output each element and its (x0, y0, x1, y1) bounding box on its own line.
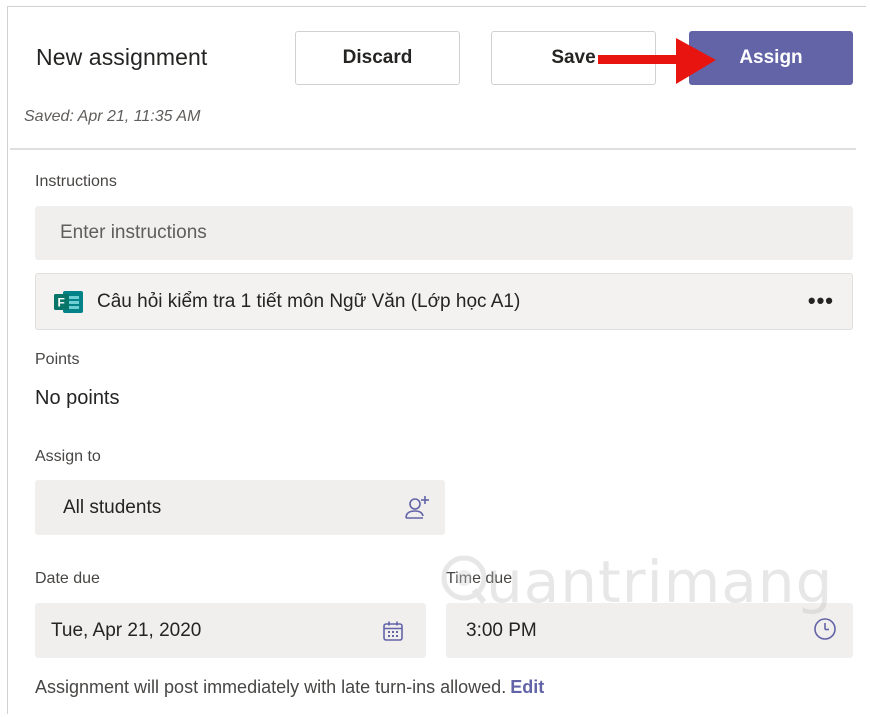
post-note: Assignment will post immediately with la… (35, 677, 544, 698)
assign-to-value: All students (63, 496, 162, 518)
date-due-label: Date due (35, 570, 100, 587)
assign-to-field[interactable]: All students (35, 480, 445, 535)
svg-text:F: F (58, 296, 65, 310)
page-title: New assignment (36, 44, 208, 70)
assign-to-label: Assign to (35, 448, 101, 465)
discard-button[interactable]: Discard (295, 31, 460, 85)
header-divider (10, 148, 856, 150)
forms-icon: F (54, 291, 83, 313)
calendar-icon[interactable] (382, 620, 404, 642)
save-button[interactable]: Save (491, 31, 656, 85)
post-note-text: Assignment will post immediately with la… (35, 677, 507, 697)
edit-link[interactable]: Edit (510, 677, 544, 697)
time-due-label: Time due (446, 570, 513, 587)
time-due-value: 3:00 PM (466, 619, 537, 641)
add-person-icon[interactable] (403, 494, 431, 522)
saved-status: Saved: Apr 21, 11:35 AM (24, 108, 201, 125)
date-due-value: Tue, Apr 21, 2020 (51, 619, 202, 641)
assign-button[interactable]: Assign (689, 31, 853, 85)
clock-icon[interactable] (813, 617, 837, 641)
date-due-picker[interactable]: Tue, Apr 21, 2020 (35, 603, 426, 658)
points-value[interactable]: No points (35, 387, 120, 410)
instructions-input[interactable]: Enter instructions (35, 206, 853, 260)
time-due-picker[interactable]: 3:00 PM (446, 603, 853, 658)
attachment-name[interactable]: Câu hỏi kiểm tra 1 tiết môn Ngữ Văn (Lớp… (97, 291, 520, 313)
instructions-label: Instructions (35, 173, 117, 190)
points-label: Points (35, 351, 80, 368)
attachment-item[interactable]: F Câu hỏi kiểm tra 1 tiết môn Ngữ Văn (L… (35, 273, 853, 330)
more-options-icon[interactable]: ••• (808, 288, 834, 314)
